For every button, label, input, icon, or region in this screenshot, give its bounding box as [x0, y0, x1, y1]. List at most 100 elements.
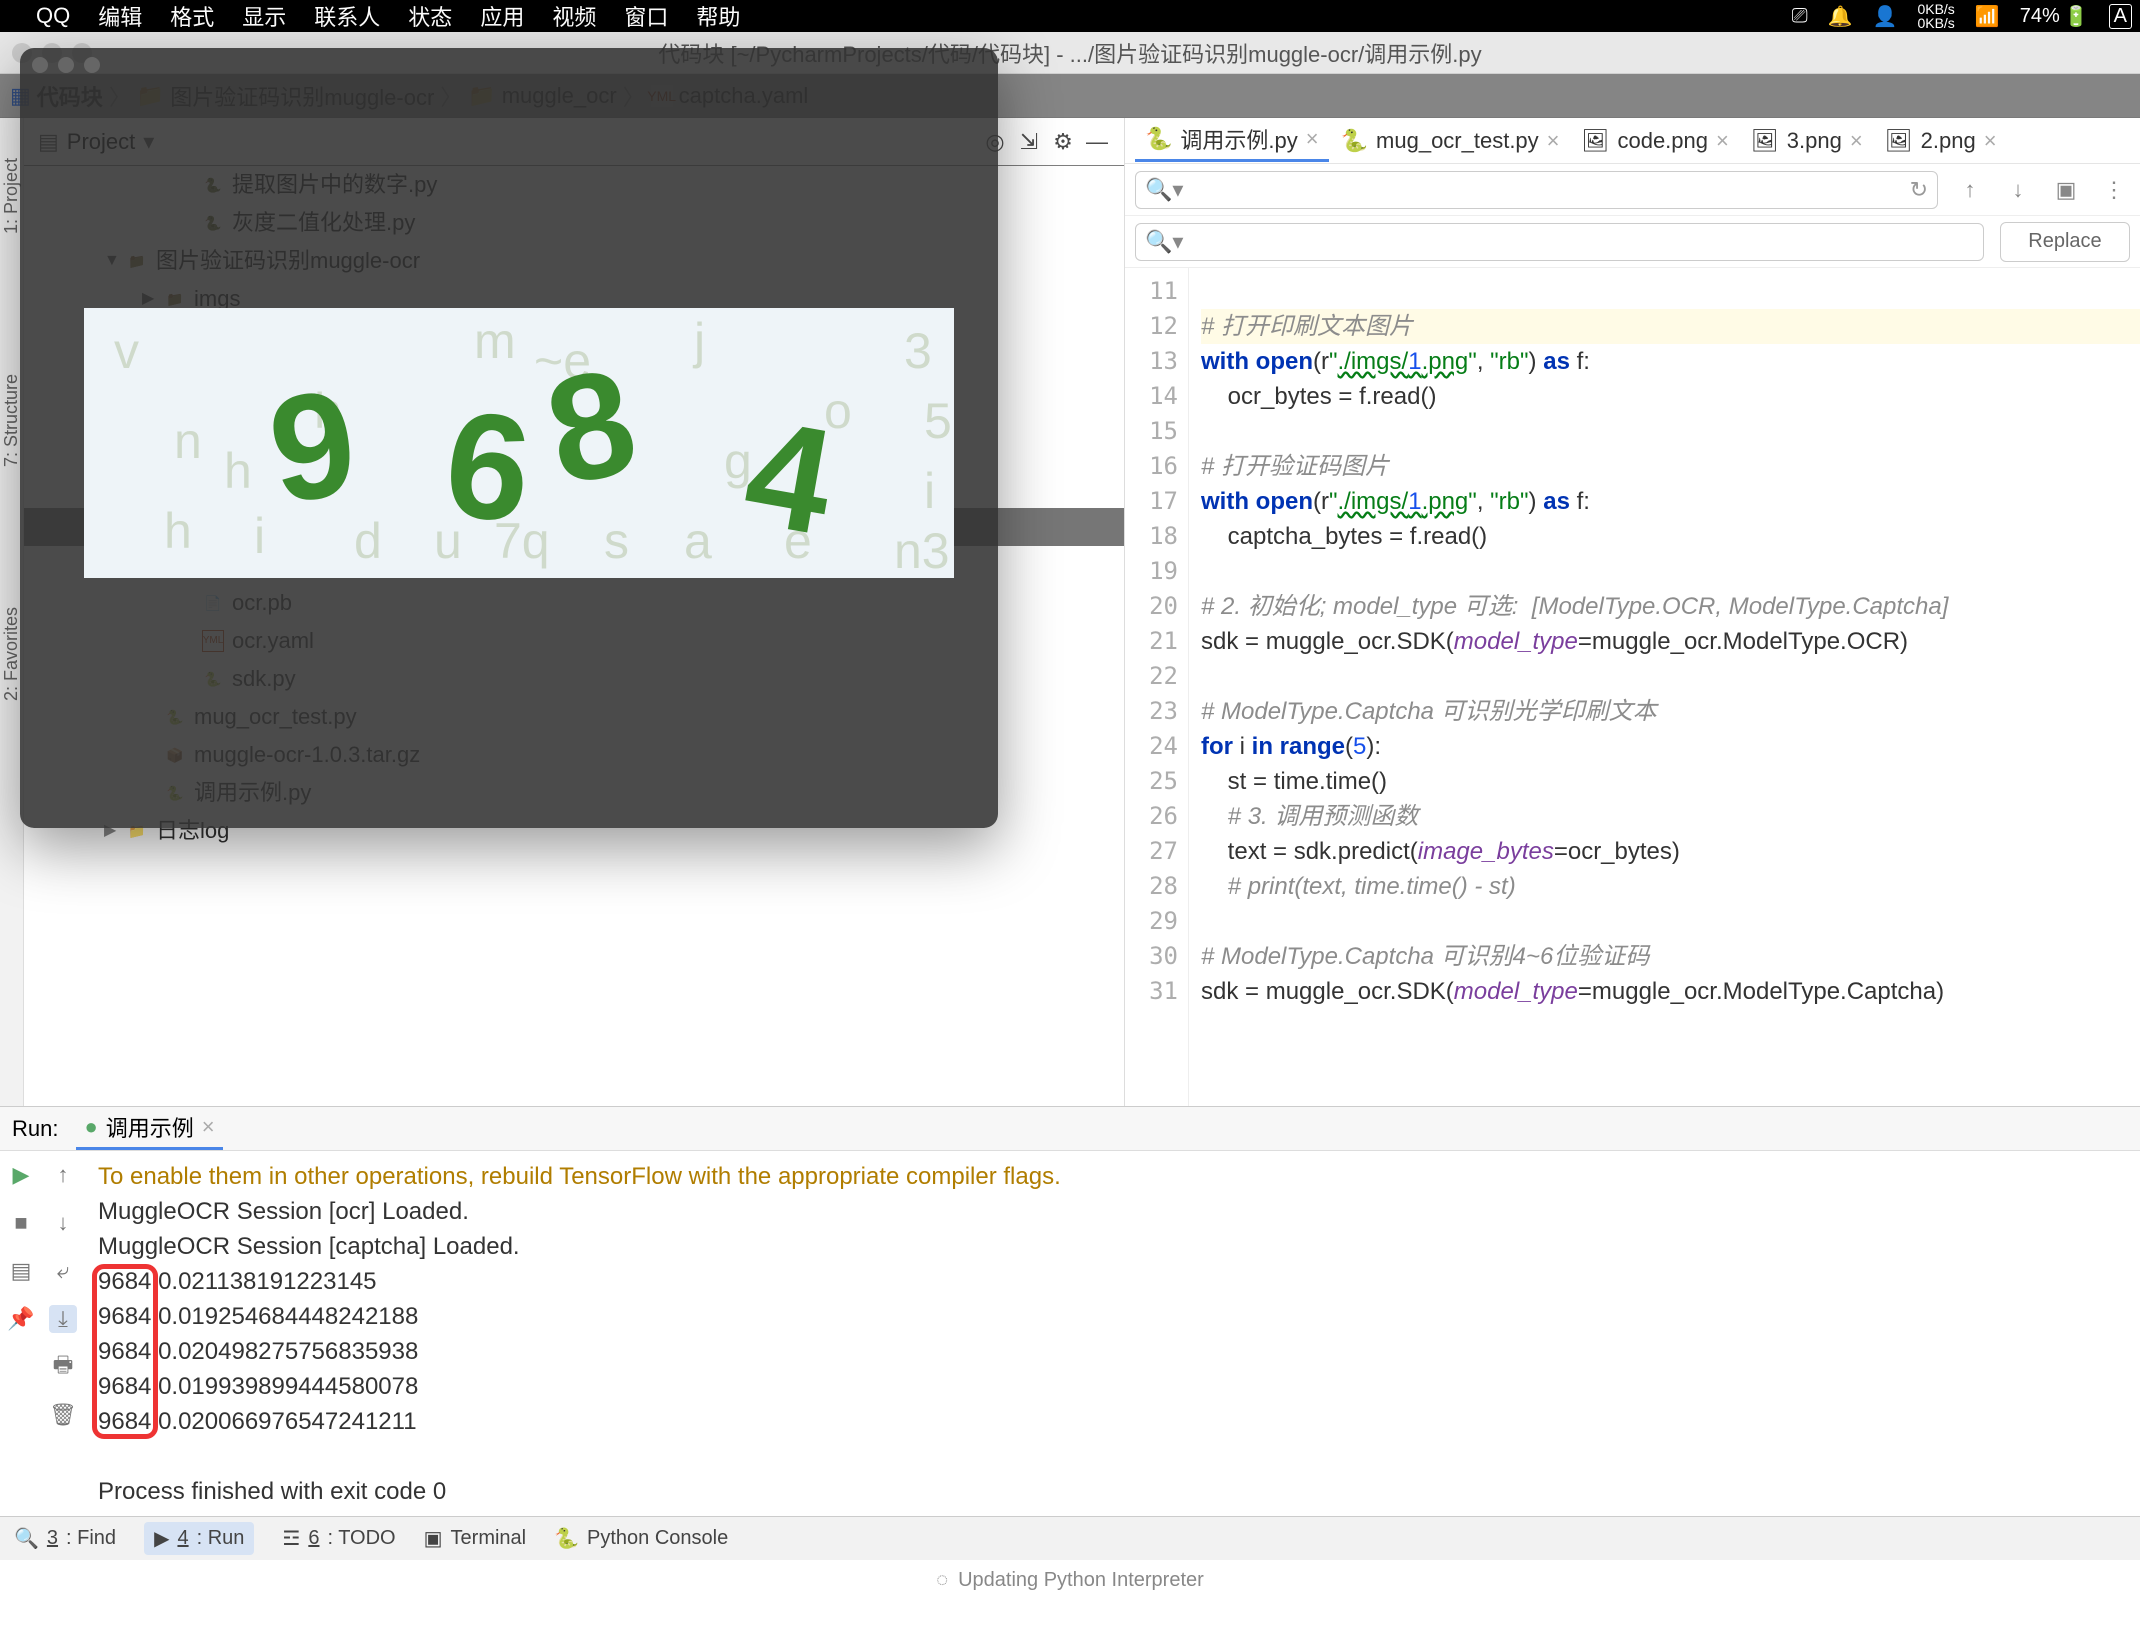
menu-status[interactable]: 状态 [408, 0, 452, 32]
search-icon: 🔍▾ [1145, 229, 1183, 255]
editor-tab[interactable]: 🖼2.png× [1875, 124, 2007, 158]
svg-text:n: n [174, 413, 202, 469]
side-tab-structure[interactable]: 7: Structure [1, 374, 22, 467]
menu-apps[interactable]: 应用 [480, 0, 524, 32]
menu-edit[interactable]: 编辑 [98, 0, 142, 32]
prev-match-icon[interactable]: ↑ [1954, 174, 1986, 206]
svg-text:i: i [254, 508, 265, 564]
battery-indicator[interactable]: 74%🔋 [2020, 4, 2089, 29]
spinner-icon: ◌ [936, 1569, 948, 1592]
network-speed: 0KB/s0KB/s [1917, 2, 1954, 30]
editor-tabs-bar: 🐍调用示例.py×🐍mug_ocr_test.py×🖼code.png×🖼3.p… [1125, 118, 2140, 164]
search-icon: 🔍▾ [1145, 177, 1183, 203]
replace-input[interactable] [1135, 223, 1984, 261]
close-icon[interactable]: × [1716, 128, 1729, 154]
rerun-icon[interactable]: ▶ [7, 1161, 35, 1189]
file-icon: 🖼 [1885, 128, 1913, 154]
toolstrip-item[interactable]: 🔍3: Find [14, 1526, 116, 1551]
menu-contacts[interactable]: 联系人 [314, 0, 380, 32]
run-controls: ▶ ■ ▤ 📌 ↑ ↓ ⤶ ⤓ 🖶 🗑 [0, 1151, 84, 1517]
toolstrip-item[interactable]: ▶4: Run [144, 1522, 254, 1555]
app-name[interactable]: QQ [36, 3, 70, 29]
print-icon[interactable]: 🖶 [49, 1353, 77, 1381]
macos-menubar: QQ 编辑 格式 显示 联系人 状态 应用 视频 窗口 帮助 ⎚ 🔔 👤 0KB… [0, 0, 2140, 32]
tool-icon: 🔍 [14, 1526, 39, 1551]
menu-format[interactable]: 格式 [170, 0, 214, 32]
editor-tab[interactable]: 🖼3.png× [1741, 124, 1873, 158]
status-bar: ◌ Updating Python Interpreter [0, 1560, 2140, 1600]
code-editor[interactable]: 11 12 13 14 15 16 17 18 19 20 21 22 23 2… [1125, 268, 2140, 1106]
run-tool-window: Run: ●调用示例× ▶ ■ ▤ 📌 ↑ ↓ ⤶ ⤓ 🖶 🗑 To enabl… [0, 1106, 2140, 1516]
wifi-icon[interactable]: 📶 [1975, 4, 2000, 29]
up-icon[interactable]: ↑ [49, 1161, 77, 1189]
down-icon[interactable]: ↓ [49, 1209, 77, 1237]
editor-tab[interactable]: 🐍调用示例.py× [1135, 119, 1329, 162]
tool-icon: ▣ [424, 1526, 443, 1551]
regex-toggle-icon[interactable]: ↻ [1910, 177, 1928, 203]
svg-text:n3: n3 [894, 523, 950, 578]
editor-tab[interactable]: 🖼code.png× [1572, 124, 1739, 158]
menu-video[interactable]: 视频 [552, 0, 596, 32]
replace-button[interactable]: Replace [2000, 222, 2130, 262]
gear-icon[interactable]: ⚙ [1050, 129, 1076, 155]
close-icon[interactable]: × [1850, 128, 1863, 154]
scroll-icon[interactable]: ⤓ [49, 1305, 77, 1333]
select-all-icon[interactable]: ▣ [2050, 174, 2082, 206]
quicklook-popup[interactable]: vm~ej3 nhg53 hidu7q saen3 hoi 9 6 8 4 [20, 48, 998, 828]
svg-text:3: 3 [904, 323, 932, 379]
collapse-icon[interactable]: ⇲ [1016, 129, 1042, 155]
wrap-icon[interactable]: ⤶ [49, 1257, 77, 1285]
captcha-image: vm~ej3 nhg53 hidu7q saen3 hoi 9 6 8 4 [84, 308, 954, 578]
run-label: Run: [12, 1116, 58, 1142]
tool-icon: ▶ [154, 1526, 169, 1551]
close-icon[interactable]: × [1547, 128, 1560, 154]
toolstrip-item[interactable]: 🐍Python Console [554, 1526, 728, 1551]
layout-icon[interactable]: ▤ [7, 1257, 35, 1285]
minimize-icon[interactable]: — [1084, 129, 1110, 155]
file-icon: 🖼 [1751, 128, 1779, 154]
menu-window[interactable]: 窗口 [624, 0, 668, 32]
file-icon: 🐍 [1145, 126, 1172, 152]
result-highlight-box [92, 1264, 158, 1439]
menu-help[interactable]: 帮助 [696, 0, 740, 32]
svg-text:a: a [684, 513, 712, 569]
more-icon[interactable]: ⋮ [2098, 174, 2130, 206]
user-icon[interactable]: 👤 [1873, 4, 1898, 29]
notification-icon[interactable]: 🔔 [1828, 4, 1853, 29]
side-tab-favorites[interactable]: 2: Favorites [1, 607, 22, 701]
find-bar: 🔍▾ ↻ ↑ ↓ ▣ ⋮ [1125, 164, 2140, 216]
run-config-tab[interactable]: ●调用示例× [76, 1107, 222, 1150]
next-match-icon[interactable]: ↓ [2002, 174, 2034, 206]
svg-text:h: h [164, 503, 192, 559]
svg-text:h: h [224, 443, 252, 499]
input-source[interactable]: A [2109, 4, 2132, 29]
tool-icon: ☲ [282, 1526, 300, 1551]
editor-panel: 🐍调用示例.py×🐍mug_ocr_test.py×🖼code.png×🖼3.p… [1124, 118, 2140, 1106]
toolstrip-item[interactable]: ☲6: TODO [282, 1526, 395, 1551]
side-tab-project[interactable]: 1: Project [1, 158, 22, 234]
pin-icon[interactable]: 📌 [7, 1305, 35, 1333]
find-input[interactable] [1135, 171, 1938, 209]
svg-text:5: 5 [924, 393, 952, 449]
toolstrip-item[interactable]: ▣Terminal [424, 1526, 526, 1551]
trash-icon[interactable]: 🗑 [49, 1401, 77, 1429]
stop-icon[interactable]: ■ [7, 1209, 35, 1237]
menu-display[interactable]: 显示 [242, 0, 286, 32]
svg-text:i: i [924, 463, 935, 519]
screen-share-icon[interactable]: ⎚ [1792, 5, 1808, 28]
close-icon[interactable]: × [1984, 128, 1997, 154]
file-icon: 🐍 [1341, 128, 1368, 154]
bottom-toolstrip: 🔍3: Find ▶4: Run ☲6: TODO ▣Terminal 🐍Python … [0, 1516, 2140, 1560]
svg-text:s: s [604, 513, 629, 569]
run-output[interactable]: To enable them in other operations, rebu… [84, 1151, 2140, 1517]
svg-text:v: v [114, 323, 139, 379]
close-icon[interactable]: × [1306, 126, 1319, 152]
tool-icon: 🐍 [554, 1526, 579, 1551]
status-text: Updating Python Interpreter [958, 1569, 1204, 1592]
svg-text:m: m [474, 313, 516, 369]
svg-text:j: j [692, 313, 705, 369]
file-icon: 🖼 [1582, 128, 1610, 154]
svg-text:6: 6 [438, 378, 539, 554]
replace-bar: 🔍▾ Replace [1125, 216, 2140, 268]
editor-tab[interactable]: 🐍mug_ocr_test.py× [1331, 124, 1570, 158]
